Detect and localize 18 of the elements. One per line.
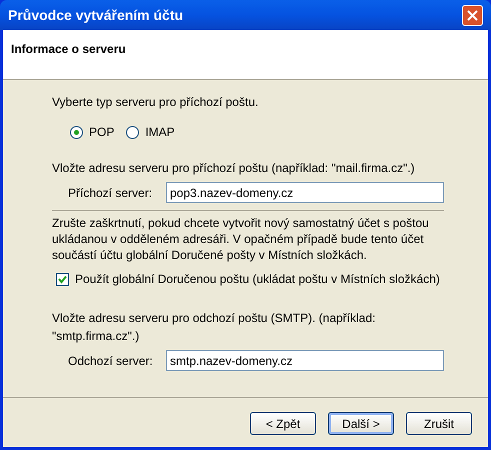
close-icon — [467, 10, 478, 20]
info-paragraph: Zrušte zaškrtnutí, pokud chcete vytvořit nový samostatný účet s poštou ukládanou v odděleném adresáři. V opačném případě bude tento účet součástí účtu globální Doručené pošty v Místních složkách. — [52, 215, 430, 263]
close-button[interactable] — [462, 4, 483, 26]
prompt-text: Vyberte typ serveru pro příchozí poštu. — [52, 94, 260, 111]
dialog-button[interactable]: Další > — [328, 412, 394, 435]
page-heading: Informace o serveru — [11, 42, 126, 56]
field-label: Odchozí server: — [68, 352, 154, 370]
radio-option[interactable]: POP — [70, 123, 114, 141]
radio-option[interactable]: IMAP — [126, 123, 175, 141]
dialog-button[interactable]: Zrušit — [406, 412, 472, 435]
window-title: Průvodce vytvářením účtu — [8, 6, 184, 25]
field-label: Příchozí server: — [68, 184, 154, 202]
input-field[interactable]: pop3.nazev-domeny.cz — [166, 182, 444, 203]
dialog-button[interactable]: < Zpět — [250, 412, 316, 435]
prompt-text: Vložte adresu serveru pro odchozí poštu (SMTP). (například: "smtp.firma.cz".) — [52, 310, 376, 345]
prompt-text: Vložte adresu serveru pro příchozí poštu (například: "mail.firma.cz".) — [52, 160, 416, 177]
checkbox-option[interactable]: Použít globální Doručenou poštu (ukládat poštu v Místních složkách) — [52, 270, 444, 288]
input-field[interactable]: smtp.nazev-domeny.cz — [166, 350, 444, 371]
